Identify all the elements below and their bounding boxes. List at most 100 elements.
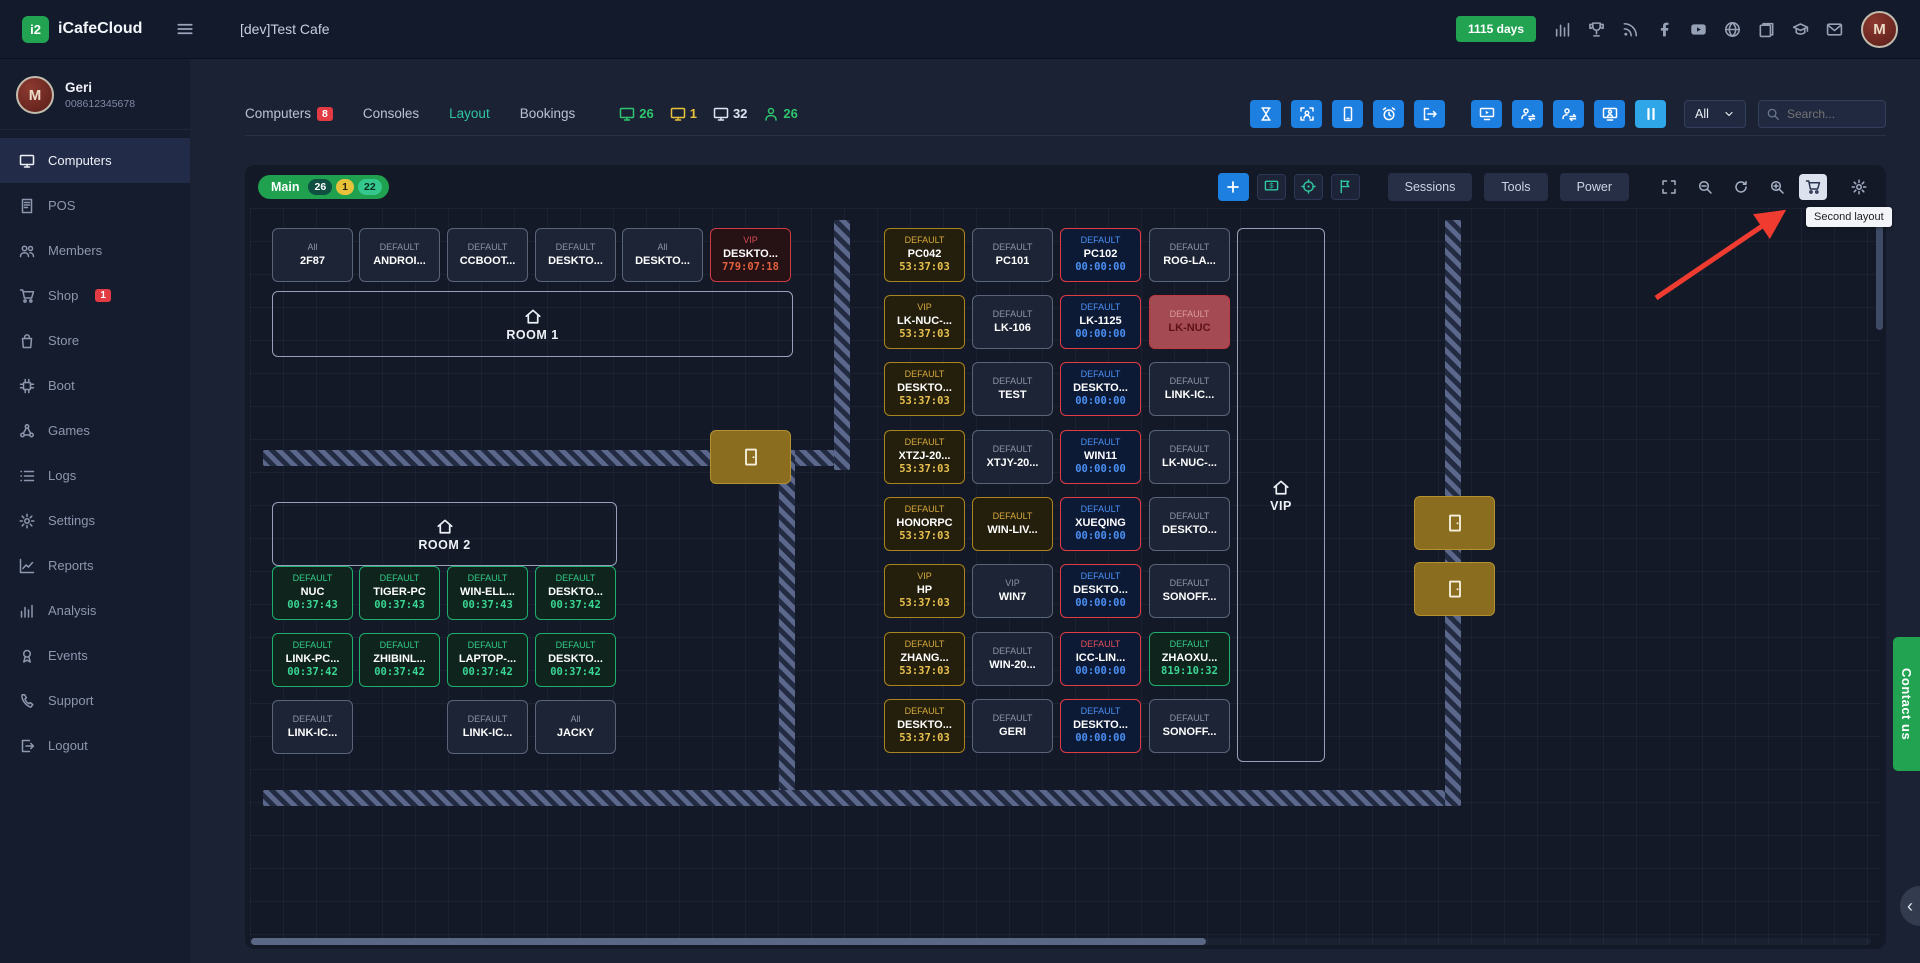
globe-icon[interactable] [1724, 21, 1741, 38]
pc-tile[interactable]: DEFAULTDESKTO... [1149, 497, 1230, 551]
pc-tile[interactable]: DEFAULTPC10200:00:00 [1060, 228, 1141, 282]
transfer-session-button[interactable] [1553, 100, 1584, 128]
pc-tile[interactable]: DEFAULTNUC00:37:43 [272, 566, 353, 620]
door-tile[interactable] [1414, 562, 1495, 616]
horizontal-scrollbar[interactable] [251, 938, 1206, 945]
sidebar-item-store[interactable]: Store [0, 318, 190, 363]
door-tile[interactable] [710, 430, 791, 484]
stats-icon[interactable] [1554, 21, 1571, 38]
pc-tile[interactable]: DEFAULTPC04253:37:03 [884, 228, 965, 282]
reset-view-button[interactable] [1727, 174, 1755, 200]
sidebar-item-support[interactable]: Support [0, 678, 190, 723]
checkout-export-button[interactable] [1414, 100, 1445, 128]
pc-tile[interactable]: DEFAULTXTJY-20... [972, 430, 1053, 484]
sidebar-item-reports[interactable]: Reports [0, 543, 190, 588]
pc-tile[interactable]: DEFAULTDESKTO...53:37:03 [884, 699, 965, 753]
pc-tile[interactable]: DEFAULTZHAOXU...819:10:32 [1149, 632, 1230, 686]
room-area-room-1[interactable]: ROOM 1 [272, 291, 793, 357]
tab-bookings[interactable]: Bookings [520, 106, 576, 121]
sidebar-item-shop[interactable]: Shop1 [0, 273, 190, 318]
pc-tile[interactable]: VIPWIN7 [972, 564, 1053, 618]
pc-tile[interactable]: VIPHP53:37:03 [884, 564, 965, 618]
sessions-button[interactable]: Sessions [1388, 173, 1473, 201]
pc-tile[interactable]: DEFAULTDESKTO...00:37:42 [535, 633, 616, 687]
pc-tile[interactable]: DEFAULTLINK-PC...00:37:42 [272, 633, 353, 687]
pc-tile[interactable]: All2F87 [272, 228, 353, 282]
pc-tile[interactable]: DEFAULTLK-106 [972, 295, 1053, 349]
tab-consoles[interactable]: Consoles [363, 106, 419, 121]
pc-tile[interactable]: AllJACKY [535, 700, 616, 754]
room-area-vip[interactable]: VIP [1237, 228, 1325, 762]
sidebar-item-logs[interactable]: Logs [0, 453, 190, 498]
pc-tile[interactable]: DEFAULTLINK-IC... [272, 700, 353, 754]
pages-icon[interactable] [1758, 21, 1775, 38]
sidebar-item-events[interactable]: Events [0, 633, 190, 678]
power-button[interactable]: Power [1560, 173, 1629, 201]
pc-tile[interactable]: DEFAULTLK-112500:00:00 [1060, 295, 1141, 349]
pc-tile[interactable]: DEFAULTTIGER-PC00:37:43 [359, 566, 440, 620]
pc-tile[interactable]: DEFAULTGERI [972, 699, 1053, 753]
pc-tile[interactable]: AllDESKTO... [622, 228, 703, 282]
pc-tile[interactable]: DEFAULTDESKTO...00:37:42 [535, 566, 616, 620]
pc-tile[interactable]: DEFAULTHONORPC53:37:03 [884, 497, 965, 551]
pc-tile[interactable]: DEFAULTWIN1100:00:00 [1060, 430, 1141, 484]
pc-tile[interactable]: DEFAULTDESKTO... [535, 228, 616, 282]
pc-pricing-button[interactable]: $ [1257, 174, 1286, 200]
pc-tile[interactable]: VIPDESKTO...779:07:18 [710, 228, 791, 282]
zoom-out-button[interactable] [1691, 174, 1719, 200]
pc-tile[interactable]: VIPLK-NUC-...53:37:03 [884, 295, 965, 349]
pc-tile[interactable]: DEFAULTSONOFF... [1149, 564, 1230, 618]
pc-tile[interactable]: DEFAULTLINK-IC... [447, 700, 528, 754]
fullscreen-button[interactable] [1655, 174, 1683, 200]
flag-button[interactable] [1331, 174, 1360, 200]
pc-tile[interactable]: DEFAULTICC-LIN...00:00:00 [1060, 632, 1141, 686]
pc-tile[interactable]: DEFAULTWIN-LIV... [972, 497, 1053, 551]
vertical-scrollbar[interactable] [1876, 215, 1883, 330]
trophy-icon[interactable] [1588, 21, 1605, 38]
pc-tile[interactable]: DEFAULTDESKTO...00:00:00 [1060, 564, 1141, 618]
sidebar-item-analysis[interactable]: Analysis [0, 588, 190, 633]
pc-tile[interactable]: DEFAULTDESKTO...00:00:00 [1060, 699, 1141, 753]
floorplan-canvas[interactable]: ROOM 1ROOM 2VIPAll2F87DEFAULTANDROI...DE… [250, 208, 1880, 945]
youtube-icon[interactable] [1690, 21, 1707, 38]
pc-tile[interactable]: DEFAULTSONOFF... [1149, 699, 1230, 753]
door-tile[interactable] [1414, 496, 1495, 550]
room-area-room-2[interactable]: ROOM 2 [272, 502, 617, 566]
sidebar-item-settings[interactable]: Settings [0, 498, 190, 543]
sidebar-item-games[interactable]: Games [0, 408, 190, 453]
sidebar-item-computers[interactable]: Computers [0, 138, 190, 183]
pc-tile[interactable]: DEFAULTXTZJ-20...53:37:03 [884, 430, 965, 484]
pc-tile[interactable]: DEFAULTANDROI... [359, 228, 440, 282]
pc-tile[interactable]: DEFAULTDESKTO...00:00:00 [1060, 362, 1141, 416]
tools-button[interactable]: Tools [1484, 173, 1547, 201]
pending-sessions-button[interactable] [1250, 100, 1281, 128]
sidebar-item-boot[interactable]: Boot [0, 363, 190, 408]
pc-tile[interactable]: DEFAULTWIN-ELL...00:37:43 [447, 566, 528, 620]
layout-selector-main[interactable]: Main 26122 [258, 175, 389, 199]
app-logo[interactable]: i2 iCafeCloud [22, 16, 162, 43]
contact-us-button[interactable]: Contact us [1893, 637, 1920, 771]
sidebar-item-pos[interactable]: POS [0, 183, 190, 228]
layout-settings-button[interactable] [1845, 174, 1873, 200]
pc-tile[interactable]: DEFAULTCCBOOT... [447, 228, 528, 282]
pc-tile[interactable]: DEFAULTROG-LA... [1149, 228, 1230, 282]
pc-tile[interactable]: DEFAULTLAPTOP-...00:37:42 [447, 633, 528, 687]
pc-tile[interactable]: DEFAULTXUEQING00:00:00 [1060, 497, 1141, 551]
cap-icon[interactable] [1792, 21, 1809, 38]
tab-layout[interactable]: Layout [449, 106, 490, 121]
pause-button[interactable] [1635, 100, 1666, 128]
menu-toggle-icon[interactable] [172, 16, 198, 42]
broadcast-button[interactable] [1471, 100, 1502, 128]
facebook-icon[interactable] [1656, 21, 1673, 38]
client-screen-button[interactable] [1594, 100, 1625, 128]
transfer-member-button[interactable] [1512, 100, 1543, 128]
user-avatar[interactable]: M [1861, 11, 1898, 48]
sidebar-item-logout[interactable]: Logout [0, 723, 190, 768]
pc-tile[interactable]: DEFAULTPC101 [972, 228, 1053, 282]
sidebar-user-card[interactable]: M Geri 008612345678 [0, 59, 190, 130]
alarm-button[interactable] [1373, 100, 1404, 128]
group-filter-select[interactable]: All [1684, 100, 1746, 128]
pc-tile[interactable]: DEFAULTLK-NUC [1149, 295, 1230, 349]
days-badge[interactable]: 1115 days [1456, 16, 1536, 42]
sidebar-item-members[interactable]: Members [0, 228, 190, 273]
